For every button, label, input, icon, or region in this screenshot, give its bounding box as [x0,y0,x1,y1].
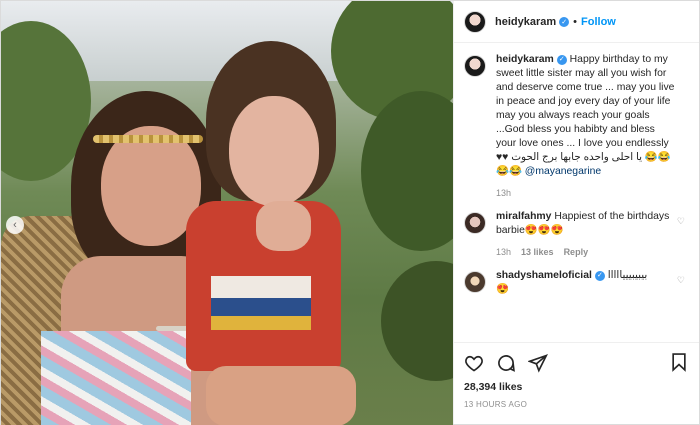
avatar[interactable] [464,271,486,293]
comments-list[interactable]: heidykaram ✓ Happy birthday to my sweet l… [454,43,699,342]
photo-bush [381,261,453,381]
bookmark-icon[interactable] [669,352,689,372]
photo-detail [41,331,191,425]
share-icon[interactable] [528,353,548,373]
photo-figure [206,366,356,425]
reply-button[interactable]: Reply [564,245,589,259]
comment-username[interactable]: miralfahmy [496,211,551,222]
comment-time: 13h [496,247,512,257]
photo-detail [256,201,311,251]
photo-detail [211,276,311,298]
caption-text: Happy birthday to my sweet little sister… [496,54,675,177]
comment-like-heart-icon[interactable]: ♡ [677,216,685,227]
follow-button[interactable]: Follow [581,16,616,28]
comment-like-heart-icon[interactable]: ♡ [677,275,685,286]
post-actions: 28,394 likes 13 HOURS AGO [454,342,699,424]
comment-item: miralfahmy Happiest of the birthdays bar… [464,210,689,259]
post-header: heidykaram ✓ • Follow [454,1,699,43]
comment-item: shadyshameloficial ✓ بيبيبيييااااا 😍 ♡ [464,269,689,297]
comment-username[interactable]: shadyshameloficial [496,270,592,281]
comment-icon[interactable] [496,353,516,373]
photo-detail [211,316,311,330]
verified-badge-icon: ✓ [556,55,567,65]
comment-emoji: 😍 [496,284,509,295]
caption-body: heidykaram ✓ Happy birthday to my sweet l… [496,53,676,200]
chevron-left-icon[interactable]: ‹ [6,216,24,234]
verified-badge-icon: ✓ [594,271,605,281]
caption-time: 13h [496,188,512,198]
avatar[interactable] [464,10,486,33]
comment-body: miralfahmy Happiest of the birthdays bar… [496,210,676,259]
comment-text: بيبيبيييااااا [607,270,648,281]
post-photo[interactable]: ‹ [1,1,453,425]
avatar[interactable] [464,55,486,77]
caption-meta: 13h [496,186,676,200]
avatar[interactable] [464,212,486,234]
photo-detail [211,298,311,316]
post-timestamp: 13 HOURS AGO [464,400,528,409]
likes-count[interactable]: 28,394 likes [464,381,689,393]
author-username[interactable]: heidykaram [495,16,556,28]
comment-meta: 13h 13 likes Reply [496,245,676,259]
action-icons [464,351,689,375]
caption-mention[interactable]: @mayanegarine [525,166,601,177]
caption-username[interactable]: heidykaram [496,54,554,65]
comment-body: shadyshameloficial ✓ بيبيبيييااااا 😍 [496,269,676,297]
photo-detail [93,135,203,143]
post-side-panel: heidykaram ✓ • Follow heidykaram ✓ Happy … [453,1,699,424]
comment-likes-link[interactable]: 13 likes [521,245,554,259]
photo-figure [229,96,319,206]
verified-badge-icon: ✓ [559,16,570,27]
instagram-post: ‹ heidykaram ✓ • Follow heidykaram ✓ Happ… [0,0,700,425]
heart-icon[interactable] [464,353,484,373]
separator-dot: • [573,15,578,28]
caption: heidykaram ✓ Happy birthday to my sweet l… [464,53,689,200]
